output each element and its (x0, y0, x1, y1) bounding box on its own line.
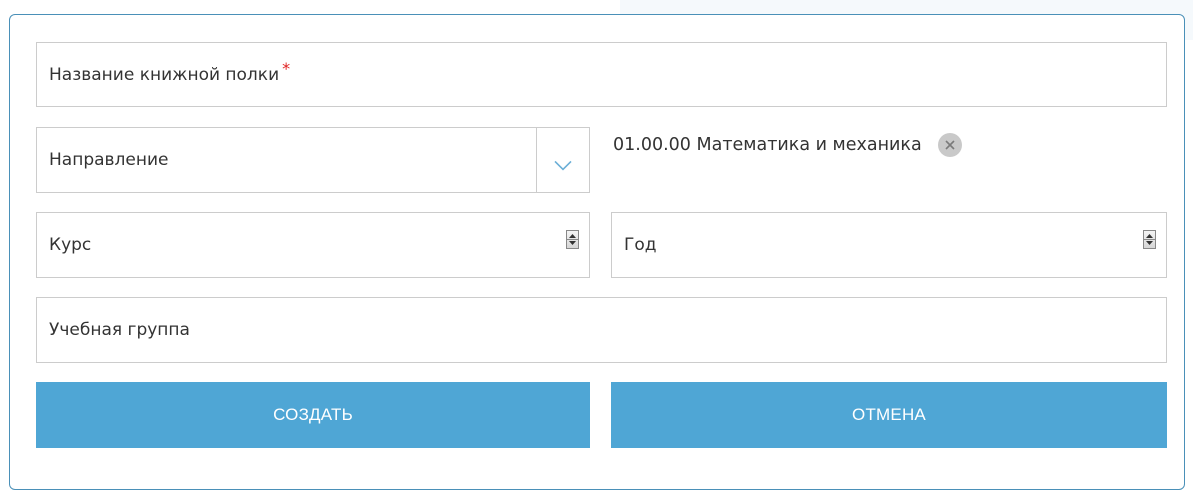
create-button[interactable]: СОЗДАТЬ (36, 382, 590, 448)
direction-select[interactable]: Направление (36, 127, 590, 193)
chevron-down-icon[interactable] (553, 156, 573, 171)
close-icon[interactable] (937, 133, 962, 157)
direction-placeholder: Направление (49, 150, 169, 170)
selected-direction-label: 01.00.00 Математика и механика (613, 135, 922, 155)
study-group-placeholder: Учебная группа (49, 320, 190, 340)
shelf-name-placeholder: Название книжной полки * (49, 58, 291, 85)
selected-direction-tag: 01.00.00 Математика и механика (613, 131, 962, 159)
shelf-name-input[interactable]: Название книжной полки * (36, 42, 1167, 107)
course-placeholder: Курс (49, 235, 92, 255)
spinner-icon[interactable] (566, 230, 579, 249)
year-number-input[interactable]: Год (611, 212, 1167, 278)
study-group-input[interactable]: Учебная группа (36, 297, 1167, 363)
create-bookshelf-dialog: Название книжной полки * Направление 01.0… (9, 14, 1185, 490)
year-placeholder: Год (624, 235, 657, 255)
cancel-button[interactable]: ОТМЕНА (611, 382, 1167, 448)
required-mark: * (282, 58, 291, 78)
dropdown-separator (536, 128, 537, 192)
course-number-input[interactable]: Курс (36, 212, 590, 278)
spinner-icon[interactable] (1143, 230, 1156, 249)
